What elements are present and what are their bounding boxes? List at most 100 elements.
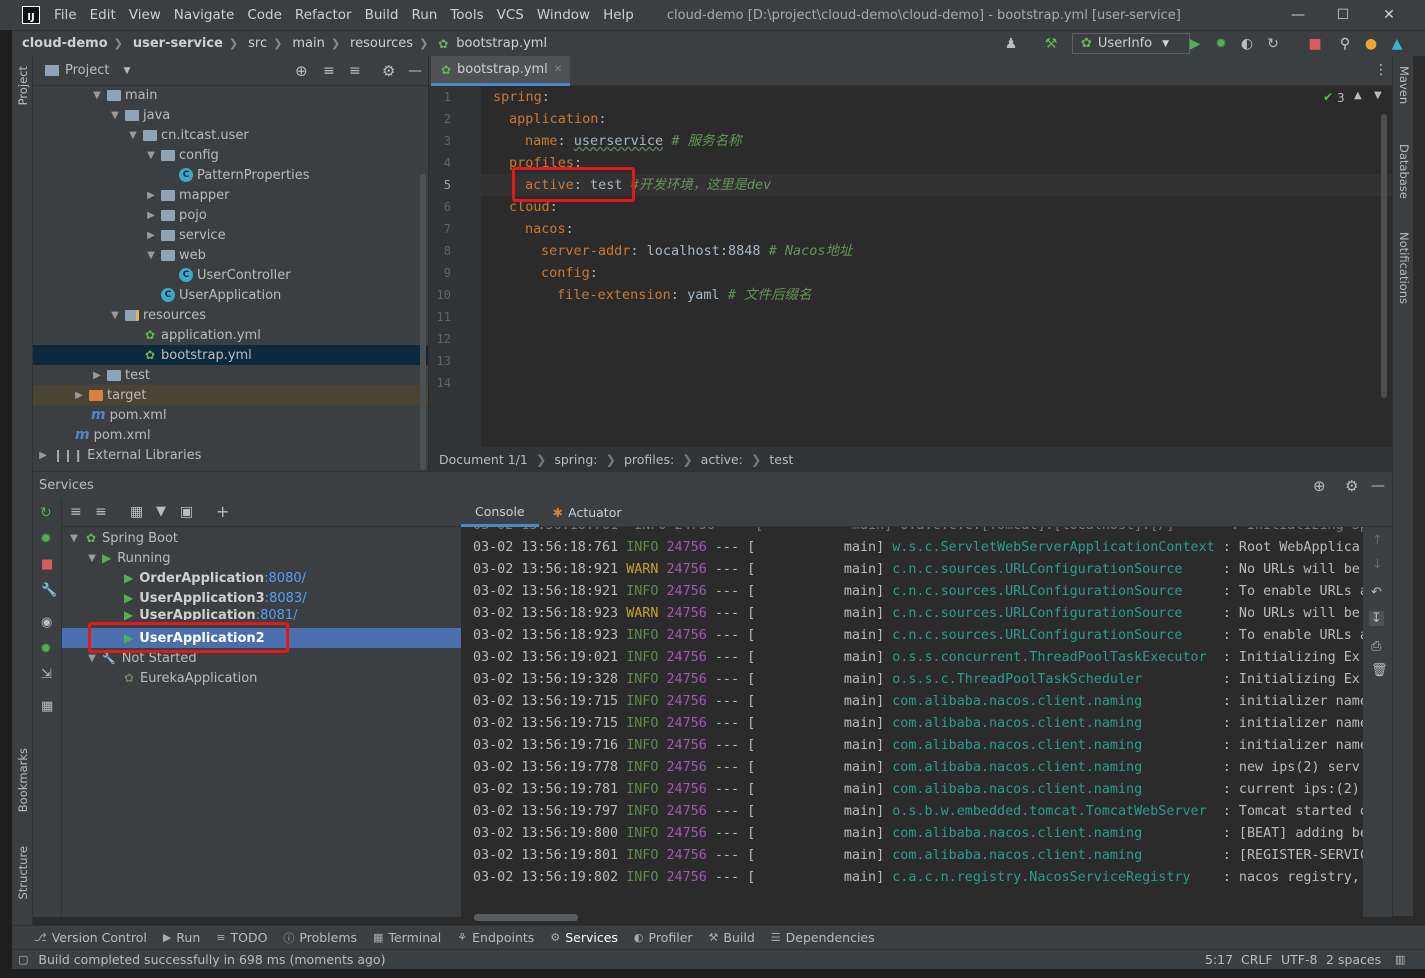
inspection-check-icon[interactable]: ✔ [1323, 90, 1333, 104]
locate-icon[interactable]: ⊕ [1313, 477, 1326, 495]
caret-position[interactable]: 5:17 [1205, 952, 1233, 967]
tree-item-bootstrap-yml[interactable]: ✿ bootstrap.yml [33, 345, 428, 365]
status-toggle-icon[interactable]: ▢ [18, 953, 28, 966]
expand-all-icon[interactable]: ≡ [70, 504, 82, 520]
refresh-icon[interactable]: ↻ [40, 505, 52, 521]
add-service-icon[interactable]: + [216, 502, 229, 521]
breadcrumb-profiles[interactable]: profiles: [624, 452, 674, 467]
tree-item-root-pom[interactable]: m pom.xml [33, 425, 428, 445]
breadcrumb-document[interactable]: Document 1/1 [439, 452, 528, 467]
run-config-select[interactable]: ✿ UserInfo ▼ [1072, 33, 1190, 54]
filter-icon[interactable]: ▼ [156, 504, 166, 519]
tool-tab-terminal[interactable]: ▦ Terminal [373, 930, 441, 945]
tree-item-user-controller[interactable]: C UserController [33, 265, 428, 285]
tree-item-service[interactable]: ▶ service [33, 225, 428, 245]
tool-tab-dependencies[interactable]: ☰ Dependencies [771, 930, 875, 945]
tool-tab-problems[interactable]: ⓘ Problems [283, 930, 357, 946]
tool-tab-services[interactable]: ⚙ Services [550, 930, 618, 945]
file-encoding[interactable]: UTF-8 [1281, 952, 1317, 967]
app-port-link[interactable]: :8083/ [265, 591, 307, 606]
coverage-icon[interactable]: ◐ [1238, 35, 1256, 53]
menu-build[interactable]: Build [365, 7, 399, 23]
tree-item-test[interactable]: ▶ test [33, 365, 428, 385]
print-icon[interactable]: ⎙ [1371, 639, 1381, 654]
collapse-all-icon[interactable]: ≡ [95, 504, 107, 520]
tree-item-module-pom[interactable]: m pom.xml [33, 405, 428, 425]
hide-icon[interactable]: — [408, 63, 422, 79]
app-port-link[interactable]: :8081/ [256, 608, 298, 620]
close-icon[interactable]: ✕ [1366, 0, 1412, 30]
breadcrumb-project[interactable]: cloud-demo [22, 36, 108, 51]
menu-vcs[interactable]: VCS [497, 7, 524, 23]
structure-tool-button[interactable]: Structure [16, 846, 30, 900]
chevron-right-icon[interactable]: ▶ [91, 370, 103, 381]
stop-icon[interactable]: ■ [41, 557, 53, 572]
chevron-right-icon[interactable]: ▶ [145, 230, 157, 241]
build-hammer-icon[interactable]: ⚒ [1042, 35, 1060, 53]
tree-item-java[interactable]: ▼ java [33, 105, 428, 125]
chevron-down-icon[interactable]: ▼ [109, 310, 121, 321]
menu-edit[interactable]: Edit [90, 7, 116, 23]
update-icon[interactable]: ● [1362, 35, 1380, 53]
project-view-select[interactable]: Project [65, 63, 109, 78]
group-by-icon[interactable]: ▦ [130, 504, 143, 520]
menu-code[interactable]: Code [247, 7, 282, 23]
tool-tab-version-control[interactable]: ⎇ Version Control [34, 930, 147, 945]
debug-attach-icon[interactable]: ✹ [40, 641, 52, 657]
tree-item-external-libraries[interactable]: ▶ ❙❙❙ External Libraries [33, 445, 428, 465]
tree-item-config[interactable]: ▼ config [33, 145, 428, 165]
expand-all-icon[interactable]: ≡ [323, 63, 335, 79]
minimize-icon[interactable]: — [1275, 0, 1321, 30]
locate-icon[interactable]: ⊕ [295, 62, 308, 80]
breadcrumb-test[interactable]: test [769, 452, 793, 467]
app-port-link[interactable]: :8080/ [264, 571, 306, 586]
project-tool-button[interactable]: Project [16, 66, 30, 105]
service-order-application[interactable]: ▶ OrderApplication:8080/ [62, 568, 461, 588]
user-vcs-icon[interactable]: ♟ [1002, 35, 1020, 53]
gear-icon[interactable]: ⚙ [1345, 477, 1358, 495]
service-group-spring-boot[interactable]: ▼ ✿ Spring Boot [62, 528, 461, 548]
search-icon[interactable]: ⚲ [1336, 35, 1354, 53]
scroll-to-end-icon[interactable]: ↧ [1369, 611, 1384, 626]
breadcrumb-src[interactable]: src [248, 36, 267, 51]
debug-icon[interactable]: ✹ [40, 531, 52, 547]
chevron-right-icon[interactable]: ▶ [145, 190, 157, 201]
tool-tab-build[interactable]: ⚒ Build [709, 930, 755, 945]
database-tool-button[interactable]: Database [1397, 144, 1411, 199]
menu-run[interactable]: Run [411, 7, 437, 23]
menu-help[interactable]: Help [603, 7, 634, 23]
maven-tool-button[interactable]: Maven [1397, 66, 1411, 104]
menu-window[interactable]: Window [537, 7, 590, 23]
breadcrumb-main[interactable]: main [292, 36, 324, 51]
chevron-up-icon[interactable]: ▲ [1354, 90, 1362, 101]
status-message[interactable]: Build completed successfully in 698 ms (… [38, 952, 385, 967]
tree-item-main[interactable]: ▼ main [33, 85, 428, 105]
arrow-up-icon[interactable]: ↑ [1372, 533, 1383, 548]
chevron-down-icon[interactable]: ▼ [68, 533, 80, 544]
new-tab-icon[interactable]: ▣ [180, 504, 193, 520]
run-icon[interactable]: ▶ [1186, 35, 1204, 53]
tree-item-pojo[interactable]: ▶ pojo [33, 205, 428, 225]
gear-icon[interactable]: ⚙ [382, 62, 395, 80]
console-output[interactable]: 03-02 13:56:18:761 INFO 24756 --- [ main… [461, 527, 1363, 917]
chevron-down-icon[interactable]: ▼ [1374, 90, 1382, 101]
menu-view[interactable]: View [129, 7, 161, 23]
chevron-down-icon[interactable]: ▼ [145, 150, 157, 161]
tree-item-package[interactable]: ▼ cn.itcast.user [33, 125, 428, 145]
scrollbar[interactable] [1381, 114, 1387, 398]
breadcrumb-file[interactable]: bootstrap.yml [456, 36, 547, 51]
tool-tab-todo[interactable]: ≡ TODO [216, 930, 267, 945]
profile-icon[interactable]: ↻ [1264, 35, 1282, 53]
layout-icon[interactable]: ▦ [41, 699, 53, 714]
tab-actuator[interactable]: ✱ Actuator [539, 499, 636, 527]
menu-tools[interactable]: Tools [450, 7, 483, 23]
chevron-down-icon[interactable]: ▼ [145, 250, 157, 261]
close-icon[interactable]: ✕ [554, 64, 562, 75]
tool-tab-run[interactable]: ▶ Run [163, 930, 200, 945]
plugin-icon[interactable]: ▲ [1388, 35, 1406, 53]
camera-icon[interactable]: ◉ [41, 615, 52, 630]
service-eureka-application[interactable]: ✿ EurekaApplication [62, 668, 461, 688]
indent-setting[interactable]: 2 spaces [1326, 952, 1381, 967]
service-user-application3[interactable]: ▶ UserApplication3:8083/ [62, 588, 461, 608]
chevron-down-icon[interactable]: ▼ [91, 90, 103, 101]
